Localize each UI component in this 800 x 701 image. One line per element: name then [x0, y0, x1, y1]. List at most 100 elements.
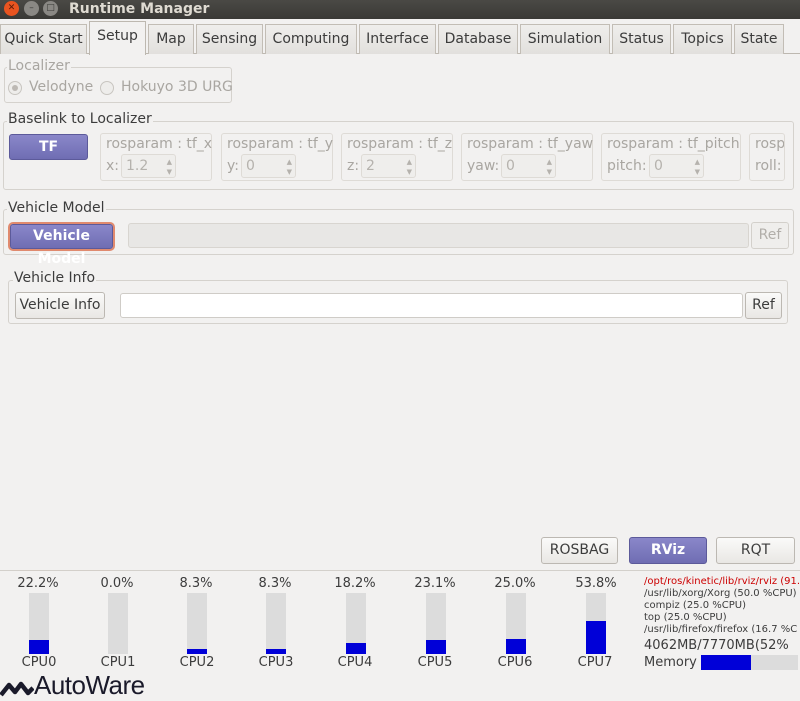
spin-down-icon[interactable]: ▼ [407, 168, 412, 176]
cpu-bar [346, 593, 366, 654]
spin-up-icon[interactable]: ▲ [407, 158, 412, 166]
spin-down-icon[interactable]: ▼ [287, 168, 292, 176]
cpu-label: CPU4 [337, 655, 373, 670]
tf-roll-label: roll: [755, 158, 782, 174]
cpu-bar-fill [426, 639, 446, 654]
tf-x-caption: rosparam : tf_x [106, 136, 213, 152]
spin-down-icon[interactable]: ▼ [695, 168, 700, 176]
tf-y-caption: rosparam : tf_y [227, 136, 334, 152]
tf-x-label: x: [106, 158, 120, 174]
cpu-percent: 8.3% [258, 576, 292, 591]
tf-yaw-group: rosparam : tf_yaw yaw: 0 ▲ ▼ [461, 133, 593, 181]
cpu-bar-fill [29, 640, 49, 654]
cpu-label: CPU7 [577, 655, 613, 670]
tab-sensing[interactable]: Sensing [196, 24, 263, 54]
spin-up-icon[interactable]: ▲ [167, 158, 172, 166]
tab-state[interactable]: State [734, 24, 784, 54]
cpu-percent: 22.2% [17, 576, 59, 591]
process-line: top (25.0 %CPU) [644, 612, 727, 623]
maximize-window-icon[interactable]: □ [43, 1, 58, 16]
status-divider [0, 570, 800, 571]
spin-up-icon[interactable]: ▲ [287, 158, 292, 166]
spin-down-icon[interactable]: ▼ [547, 168, 552, 176]
close-window-icon[interactable]: ✕ [4, 1, 19, 16]
vehicle-model-legend: Vehicle Model [7, 200, 106, 216]
process-line: compiz (25.0 %CPU) [644, 600, 746, 611]
cpu-bar [426, 593, 446, 654]
rviz-button[interactable]: RViz [629, 537, 707, 564]
tf-z-label: z: [347, 158, 360, 174]
memory-label: Memory [644, 655, 697, 670]
cpu-percent: 53.8% [575, 576, 617, 591]
cpu-label: CPU6 [497, 655, 533, 670]
tf-yaw-caption: rosparam : tf_yaw [467, 136, 594, 152]
spin-up-icon[interactable]: ▲ [695, 158, 700, 166]
cpu-label: CPU0 [21, 655, 57, 670]
spin-up-icon[interactable]: ▲ [547, 158, 552, 166]
tf-button[interactable]: TF [9, 134, 88, 160]
cpu-bar-fill [187, 648, 207, 654]
tf-x-value: 1.2 [126, 158, 149, 174]
cpu-bar-fill [346, 642, 366, 654]
process-line: /opt/ros/kinetic/lib/rviz/rviz (91. [644, 576, 800, 587]
vehicle-model-path-field[interactable] [128, 223, 749, 248]
cpu-bar [586, 593, 606, 654]
tab-quick-start[interactable]: Quick Start [0, 24, 87, 54]
cpu-bar [506, 593, 526, 654]
tf-yaw-spinner[interactable]: 0 ▲ ▼ [501, 154, 556, 178]
tab-setup[interactable]: Setup [89, 21, 146, 55]
minimize-window-icon[interactable]: – [24, 1, 39, 16]
tf-x-spinner[interactable]: 1.2 ▲ ▼ [121, 154, 176, 178]
cpu-label: CPU1 [100, 655, 136, 670]
tab-simulation[interactable]: Simulation [520, 24, 610, 54]
vehicle-info-button[interactable]: Vehicle Info [15, 292, 105, 319]
cpu-percent: 0.0% [100, 576, 134, 591]
autoware-logo-icon [0, 681, 34, 697]
process-line: /usr/lib/xorg/Xorg (50.0 %CPU) [644, 588, 797, 599]
vehicle-info-path-field[interactable] [120, 293, 743, 318]
cpu-bar [29, 593, 49, 654]
cpu-bar-fill [266, 648, 286, 654]
tf-z-group: rosparam : tf_z z: 2 ▲ ▼ [341, 133, 453, 181]
tf-yaw-value: 0 [506, 158, 515, 174]
tab-bar: Quick Start Setup Map Sensing Computing … [0, 21, 800, 55]
window-title: Runtime Manager [69, 1, 210, 17]
title-bar: ✕ – □ Runtime Manager [0, 0, 800, 19]
localizer-legend: Localizer [7, 58, 71, 74]
spin-down-icon[interactable]: ▼ [167, 168, 172, 176]
cpu-label: CPU3 [258, 655, 294, 670]
tf-z-caption: rosparam : tf_z [347, 136, 453, 152]
velodyne-radio[interactable] [8, 81, 22, 95]
tab-status[interactable]: Status [612, 24, 671, 54]
rosbag-button[interactable]: ROSBAG [541, 537, 618, 564]
vehicle-info-ref-button[interactable]: Ref [745, 292, 782, 319]
tf-y-spinner[interactable]: 0 ▲ ▼ [241, 154, 296, 178]
tf-y-label: y: [227, 158, 239, 174]
autoware-logo-text: AutoWare [34, 670, 145, 700]
hokuyo-label: Hokuyo 3D URG [121, 79, 233, 95]
tf-pitch-spinner[interactable]: 0 ▲ ▼ [649, 154, 704, 178]
vehicle-model-ref-button[interactable]: Ref [751, 222, 789, 249]
cpu-bar-fill [506, 638, 526, 654]
tf-y-value: 0 [246, 158, 255, 174]
tf-z-spinner[interactable]: 2 ▲ ▼ [361, 154, 416, 178]
rqt-button[interactable]: RQT [716, 537, 795, 564]
tab-computing[interactable]: Computing [265, 24, 357, 54]
vehicle-model-button[interactable]: Vehicle Model [10, 224, 113, 267]
tf-yaw-label: yaw: [467, 158, 500, 174]
cpu-bar [266, 593, 286, 654]
tf-pitch-label: pitch: [607, 158, 647, 174]
autoware-logo: AutoWare [0, 670, 200, 701]
tab-map[interactable]: Map [148, 24, 194, 54]
tab-topics[interactable]: Topics [673, 24, 732, 54]
tab-database[interactable]: Database [438, 24, 518, 54]
tf-roll-group: rosp roll: [749, 133, 785, 181]
velodyne-label: Velodyne [29, 79, 94, 95]
cpu-percent: 23.1% [414, 576, 456, 591]
cpu-bar [187, 593, 207, 654]
hokuyo-radio[interactable] [100, 81, 114, 95]
tf-z-value: 2 [366, 158, 375, 174]
tab-interface[interactable]: Interface [359, 24, 436, 54]
baselink-legend: Baselink to Localizer [7, 111, 153, 127]
cpu-bar [108, 593, 128, 654]
